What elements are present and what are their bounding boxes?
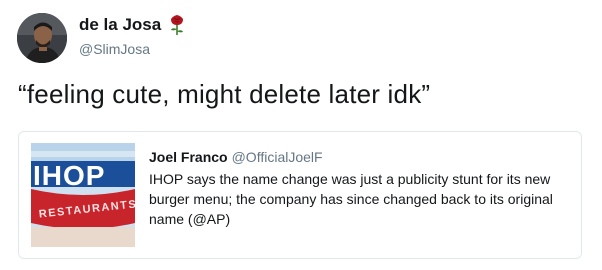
author-name-label: de la Josa xyxy=(79,15,162,34)
quoted-tweet-header: Joel Franco @OfficialJoelF xyxy=(149,149,323,165)
quoted-tweet-text: IHOP says the name change was just a pub… xyxy=(149,171,553,227)
tweet-text: “feeling cute, might delete later idk” xyxy=(18,79,431,109)
avatar[interactable] xyxy=(17,13,67,63)
author-name[interactable]: de la Josa xyxy=(79,14,186,36)
rose-icon xyxy=(168,14,186,36)
quoted-tweet-image[interactable]: IHOP RESTAURANTS xyxy=(31,143,135,247)
quoted-author-handle[interactable]: @OfficialJoelF xyxy=(232,149,323,165)
quoted-tweet-card[interactable]: IHOP RESTAURANTS Joel Franco @OfficialJoe… xyxy=(18,131,582,259)
quoted-author-name[interactable]: Joel Franco xyxy=(149,149,228,165)
sign-letters: IHOP xyxy=(33,160,105,191)
author-handle[interactable]: @SlimJosa xyxy=(79,41,150,57)
avatar-photo xyxy=(17,13,67,63)
